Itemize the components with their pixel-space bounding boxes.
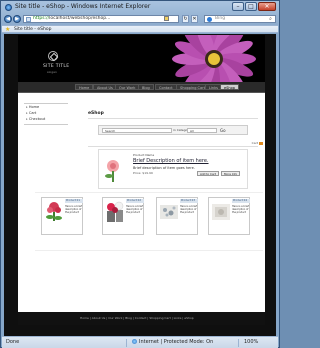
site-banner: SITE TITLE slogan <box>18 35 265 82</box>
security-zone-label: Internet | Protected Mode: On <box>139 339 214 345</box>
shop-search-form: Search in Category All Go <box>98 125 248 135</box>
main-content: eShop Search in Category All Go Cart Pro… <box>35 93 263 325</box>
browser-window: Site title - eShop - Windows Internet Ex… <box>0 0 280 348</box>
top-navigation: Home About Us Our Work Blog Contact Shop… <box>18 82 265 93</box>
site-logo-icon <box>48 51 58 61</box>
divider <box>24 124 68 125</box>
product-grid: Product 01 Here is a brief description o… <box>35 192 263 251</box>
more-info-button[interactable]: More Info <box>221 171 241 176</box>
product-description: Here is a brief description of the produ… <box>232 205 249 215</box>
globe-icon <box>132 339 137 344</box>
search-icon[interactable]: ⌕ <box>267 16 274 22</box>
lock-icon[interactable] <box>164 16 169 21</box>
address-bar[interactable]: https://localhost/webshop/eshop... <box>23 15 179 23</box>
web-page: SITE TITLE slogan Home About Us Our Work… <box>18 35 265 325</box>
sidebar-item-checkout[interactable]: Checkout <box>26 117 45 122</box>
cart-link[interactable]: Cart <box>252 141 263 145</box>
ie-logo-icon <box>5 4 12 11</box>
flower-image <box>172 35 256 82</box>
product-image <box>46 202 62 221</box>
forward-arrow-icon[interactable]: ▶ <box>13 15 21 23</box>
product-description: Here is a brief description of the produ… <box>180 205 197 215</box>
search-box[interactable]: Bing ⌕ <box>204 15 276 23</box>
product-image <box>212 204 230 220</box>
window-title: Site title - eShop - Windows Internet Ex… <box>15 3 151 10</box>
page-title: eShop <box>88 111 104 116</box>
address-url: localhost/webshop/eshop... <box>49 16 111 21</box>
security-zone[interactable]: Internet | Protected Mode: On <box>132 339 213 346</box>
product-card[interactable]: Product 01 Here is a brief description o… <box>41 197 83 235</box>
sidebar-item-cart[interactable]: Cart <box>26 111 36 116</box>
divider <box>88 118 258 119</box>
divider <box>238 339 239 347</box>
page-viewport: SITE TITLE slogan Home About Us Our Work… <box>4 34 276 336</box>
close-button[interactable]: ✕ <box>258 2 276 11</box>
featured-product-price: Price: $19.99 <box>133 171 153 175</box>
nav-shopping-cart[interactable]: Shopping Cart <box>176 84 209 90</box>
product-card[interactable]: Product 03 Here is a brief description o… <box>156 197 198 235</box>
footer-links[interactable]: Home | About Us | Our Work | Blog | Cont… <box>80 316 194 320</box>
favorites-star-icon[interactable]: ★ <box>5 26 10 33</box>
title-bar: Site title - eShop - Windows Internet Ex… <box>1 1 279 14</box>
divider <box>24 103 68 104</box>
status-bar: Done Internet | Protected Mode: On 100% <box>2 336 278 348</box>
shop-search-input[interactable]: Search <box>102 128 172 133</box>
bing-logo-icon <box>207 17 212 22</box>
divider <box>126 339 127 347</box>
product-card[interactable]: Product 02 Here is a brief description o… <box>102 197 144 235</box>
refresh-button[interactable]: ↻ <box>182 15 189 23</box>
divider <box>88 146 258 147</box>
add-to-cart-button[interactable]: Add to Cart <box>197 171 219 176</box>
product-image <box>107 201 124 222</box>
product-image <box>160 205 178 219</box>
navigation-bar: ◀ ▶ https://localhost/webshop/eshop... ↻… <box>1 14 279 24</box>
featured-product-title[interactable]: Brief Description of item here. <box>133 158 209 164</box>
tab-current[interactable]: Site title - eShop <box>14 27 51 32</box>
nav-blog[interactable]: Blog <box>138 84 154 90</box>
zoom-level[interactable]: 100% <box>244 339 258 346</box>
maximize-button[interactable]: □ <box>245 2 257 11</box>
nav-our-work[interactable]: Our Work <box>115 84 140 90</box>
address-protocol: https:// <box>33 16 50 21</box>
product-card[interactable]: Product 04 Here is a brief description o… <box>208 197 250 235</box>
status-text: Done <box>6 339 20 345</box>
favorites-bar: ★ Site title - eShop <box>2 25 278 33</box>
featured-product: Product Name Brief Description of item h… <box>98 149 248 189</box>
product-description: Here is a brief description of the produ… <box>126 205 143 215</box>
minimize-button[interactable]: – <box>232 2 244 11</box>
back-arrow-icon[interactable]: ◀ <box>4 15 12 23</box>
site-slogan: slogan <box>47 70 57 74</box>
search-go-button[interactable]: Go <box>220 128 226 133</box>
product-title: Product 02 <box>126 199 144 203</box>
product-title: Product 01 <box>65 199 83 203</box>
page-footer: Home | About Us | Our Work | Blog | Cont… <box>18 312 265 325</box>
cart-icon <box>259 141 263 145</box>
featured-product-description: Brief description of item goes here. <box>133 166 195 170</box>
featured-product-image[interactable] <box>102 158 124 184</box>
stop-button[interactable]: ✕ <box>191 15 198 23</box>
page-icon <box>26 17 31 22</box>
site-title: SITE TITLE <box>43 64 70 69</box>
sidebar-item-home[interactable]: Home <box>26 105 39 110</box>
cart-link-label: Cart <box>251 141 258 145</box>
product-title: Product 03 <box>180 199 198 203</box>
product-description: Here is a brief description of the produ… <box>65 205 82 215</box>
featured-product-name: Product Name <box>133 153 155 157</box>
search-placeholder: Bing <box>215 16 226 21</box>
nav-eshop[interactable]: eShop <box>220 84 239 90</box>
window-controls: – □ ✕ <box>232 2 276 11</box>
product-title: Product 04 <box>232 199 250 203</box>
category-select[interactable]: All <box>187 128 217 133</box>
nav-about-us[interactable]: About Us <box>93 84 117 90</box>
nav-home[interactable]: Home <box>75 84 94 90</box>
nav-contact[interactable]: Contact <box>155 84 177 90</box>
